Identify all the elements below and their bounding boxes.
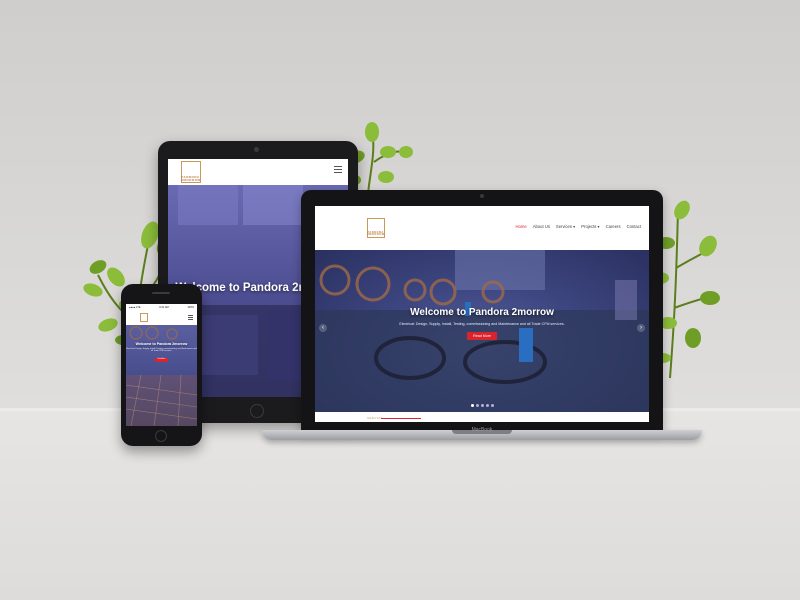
read-more-button[interactable]: Read More xyxy=(467,332,497,340)
nav-careers[interactable]: Careers xyxy=(606,224,621,229)
nav-services[interactable]: Services ▾ xyxy=(556,224,575,229)
logo-text: PANDORA 2MORROW xyxy=(367,230,385,237)
laptop-camera xyxy=(480,194,484,198)
nav-about[interactable]: About Us xyxy=(533,224,550,229)
slider-dot[interactable] xyxy=(485,404,489,407)
laptop-hero-slider: ‹ › Welcome to Pandora 2morrow Electrica… xyxy=(315,250,649,412)
nav-contact[interactable]: Contact xyxy=(627,224,641,229)
laptop-device: PANDORA 2MORROW Home About Us Services ▾… xyxy=(301,190,663,430)
tablet-site-header: PANDORA 2MORROW xyxy=(168,159,348,185)
phone-device: ●●●● LTE 9:41 AM 100% Welcome to Pandora… xyxy=(121,284,202,446)
main-nav: Home About Us Services ▾ Projects ▾ Care… xyxy=(516,224,641,229)
section-divider xyxy=(381,417,421,419)
tablet-home-button[interactable] xyxy=(250,404,264,418)
phone-site-header xyxy=(126,310,197,325)
slider-dot[interactable] xyxy=(475,404,479,407)
laptop-site-header: PANDORA 2MORROW Home About Us Services ▾… xyxy=(315,206,649,250)
nav-projects[interactable]: Projects ▾ xyxy=(581,224,599,229)
logo-text: PANDORA 2MORROW xyxy=(181,175,201,182)
phone-speaker xyxy=(152,292,170,294)
hamburger-icon[interactable] xyxy=(188,315,193,321)
phone-website: ●●●● LTE 9:41 AM 100% Welcome to Pandora… xyxy=(126,304,197,426)
signal-indicator: ●●●● LTE xyxy=(129,305,141,309)
tablet-camera xyxy=(254,147,259,152)
hamburger-icon[interactable] xyxy=(334,166,342,174)
logo[interactable]: PANDORA 2MORROW xyxy=(367,218,385,238)
services-section: SERVICE xyxy=(315,412,649,422)
read-more-button[interactable]: Read More xyxy=(155,358,168,362)
clock: 9:41 AM xyxy=(159,305,169,309)
logo[interactable] xyxy=(140,313,148,322)
phone-hero: Welcome to Pandora 2morrow Electrical: D… xyxy=(126,325,197,426)
hero-title: Welcome to Pandora 2morrow xyxy=(410,307,554,318)
hero-image xyxy=(126,326,197,426)
nav-home[interactable]: Home xyxy=(516,224,527,229)
slider-dot[interactable] xyxy=(470,404,474,407)
slider-dot[interactable] xyxy=(490,404,494,407)
slider-dots xyxy=(315,404,649,407)
hero-subtitle: Electrical: Design, Supply, Install, Tes… xyxy=(126,348,197,352)
battery-indicator: 100% xyxy=(187,305,194,309)
hero-subtitle: Electrical: Design, Supply, Install, Tes… xyxy=(399,322,565,326)
logo[interactable]: PANDORA 2MORROW xyxy=(181,161,201,183)
slider-dot[interactable] xyxy=(480,404,484,407)
laptop-website: PANDORA 2MORROW Home About Us Services ▾… xyxy=(315,206,649,422)
hero-title: Welcome to Pandora 2morrow xyxy=(135,342,188,346)
cable-drums-image xyxy=(315,250,649,412)
laptop-brand-label: MacBook xyxy=(471,427,493,433)
phone-home-button[interactable] xyxy=(155,430,167,442)
